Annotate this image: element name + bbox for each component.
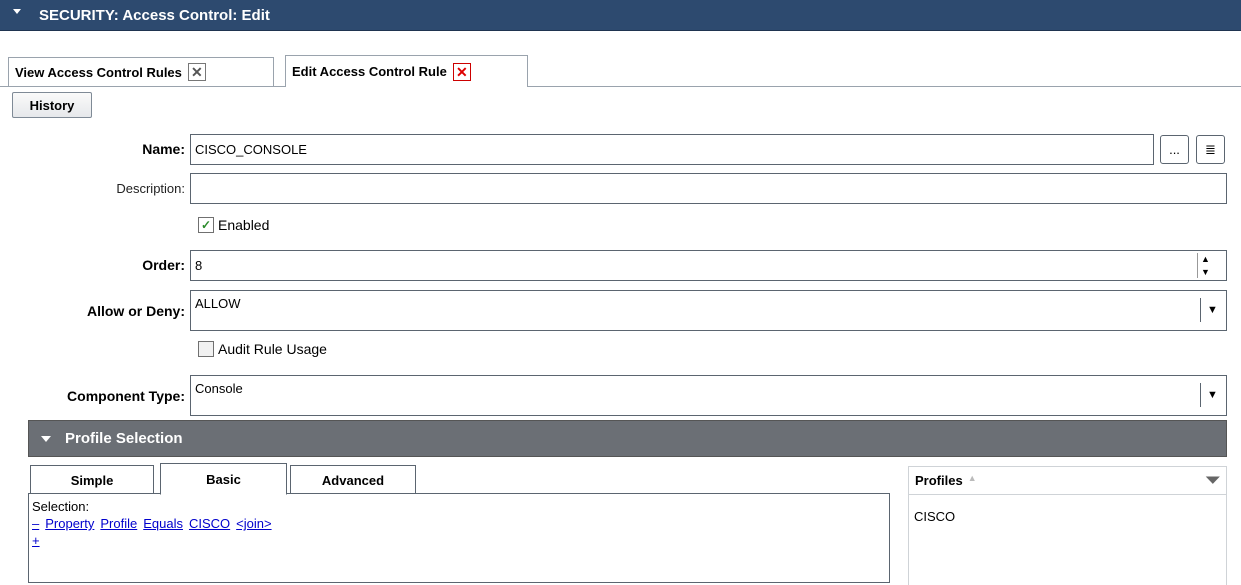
tab-basic[interactable]: Basic xyxy=(160,463,287,495)
selection-label: Selection: xyxy=(32,499,90,514)
component-type-select[interactable]: Console ▼ xyxy=(190,375,1227,416)
tab-label: View Access Control Rules xyxy=(15,64,182,80)
profiles-header-label: Profiles xyxy=(915,473,963,488)
audit-label: Audit Rule Usage xyxy=(218,341,327,357)
section-title: Profile Selection xyxy=(65,430,183,447)
spin-up-icon[interactable]: ▲ xyxy=(1201,254,1210,264)
tab-view-access-control-rules[interactable]: View Access Control Rules ✕ xyxy=(8,57,274,86)
tab-advanced[interactable]: Advanced xyxy=(290,465,416,495)
description-label: Description: xyxy=(116,181,185,196)
order-spinner[interactable]: ▲ ▼ xyxy=(1197,253,1213,278)
tab-strip: View Access Control Rules ✕ Edit Access … xyxy=(0,31,1241,87)
audit-checkbox-row[interactable]: Audit Rule Usage xyxy=(198,341,327,357)
profiles-column-header[interactable]: Profiles ▲ ⏷ xyxy=(908,466,1227,495)
profile-link[interactable]: Profile xyxy=(100,516,137,531)
add-rule-link[interactable]: + xyxy=(32,533,40,548)
window-title: SECURITY: Access Control: Edit xyxy=(39,6,270,24)
tab-simple[interactable]: Simple xyxy=(30,465,154,495)
filter-icon[interactable]: ⏷ xyxy=(1206,470,1220,491)
window-titlebar: SECURITY: Access Control: Edit xyxy=(0,0,1241,31)
tab-edit-access-control-rule[interactable]: Edit Access Control Rule ✕ xyxy=(285,55,528,87)
remove-rule-link[interactable]: – xyxy=(32,516,39,531)
profiles-list: CISCO xyxy=(908,495,1227,585)
component-type-label: Component Type: xyxy=(67,388,185,404)
close-icon[interactable]: ✕ xyxy=(452,62,471,81)
name-input[interactable]: CISCO_CONSOLE xyxy=(190,134,1154,165)
allow-deny-select[interactable]: ALLOW ▼ xyxy=(190,290,1227,331)
audit-checkbox[interactable] xyxy=(198,341,214,357)
value-link[interactable]: CISCO xyxy=(189,516,230,531)
order-value: 8 xyxy=(195,258,203,273)
enabled-checkbox-row[interactable]: ✓ Enabled xyxy=(198,217,269,233)
order-label: Order: xyxy=(142,257,185,273)
collapse-triangle-icon[interactable] xyxy=(41,435,51,442)
profile-selection-header[interactable]: Profile Selection xyxy=(28,420,1227,457)
collapse-triangle-icon[interactable] xyxy=(13,8,21,14)
history-button[interactable]: History xyxy=(12,92,92,118)
allow-deny-value: ALLOW xyxy=(195,296,241,311)
allow-deny-label: Allow or Deny: xyxy=(86,303,185,319)
equals-link[interactable]: Equals xyxy=(143,516,183,531)
order-input[interactable]: 8 ▲ ▼ xyxy=(190,250,1227,281)
description-input[interactable] xyxy=(190,173,1227,204)
chevron-down-icon[interactable]: ▼ xyxy=(1200,383,1224,407)
spin-down-icon[interactable]: ▼ xyxy=(1201,267,1210,277)
list-item[interactable]: CISCO xyxy=(914,509,1221,524)
browse-button[interactable]: ... xyxy=(1160,135,1189,164)
sort-icon[interactable]: ▲ xyxy=(968,473,977,483)
tab-label: Edit Access Control Rule xyxy=(292,64,447,79)
join-link[interactable]: <join> xyxy=(236,516,271,531)
details-icon[interactable]: ≣ xyxy=(1196,135,1225,164)
rule-expression: – Property Profile Equals CISCO <join> xyxy=(32,516,886,531)
property-link[interactable]: Property xyxy=(45,516,94,531)
component-type-value: Console xyxy=(195,381,243,396)
name-label: Name: xyxy=(142,141,185,157)
add-rule-row: + xyxy=(32,533,886,548)
chevron-down-icon[interactable]: ▼ xyxy=(1200,298,1224,322)
selection-panel: Selection: – Property Profile Equals CISCO <j… xyxy=(28,493,890,583)
close-icon[interactable]: ✕ xyxy=(187,63,206,81)
enabled-label: Enabled xyxy=(218,217,270,233)
enabled-checkbox[interactable]: ✓ xyxy=(198,217,214,233)
